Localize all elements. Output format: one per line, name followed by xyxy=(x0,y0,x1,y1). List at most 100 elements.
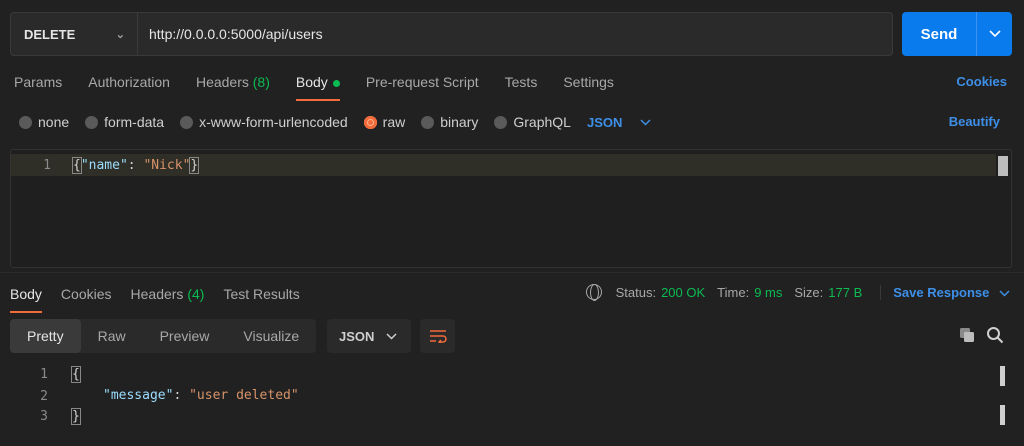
tab-label: Body xyxy=(10,286,42,302)
tab-response-headers[interactable]: Headers (4) xyxy=(131,283,205,309)
editor-scrollbar[interactable] xyxy=(998,156,1008,176)
url-input[interactable]: http://0.0.0.0:5000/api/users xyxy=(138,26,323,42)
method-label: DELETE xyxy=(24,26,76,42)
tab-label: Params xyxy=(14,74,63,90)
radio-circle-icon xyxy=(19,115,32,129)
tab-label: Headers xyxy=(195,74,249,90)
code-line: { xyxy=(71,366,81,383)
globe-icon[interactable] xyxy=(585,284,602,301)
method-select[interactable]: DELETE ⌄ xyxy=(11,13,138,55)
wrap-lines-button[interactable] xyxy=(420,319,455,353)
chevron-down-icon xyxy=(999,289,1010,297)
radio-raw[interactable]: raw xyxy=(363,114,406,130)
format-label: JSON xyxy=(586,114,623,130)
tab-label: Cookies xyxy=(60,286,112,302)
tab-test-results[interactable]: Test Results xyxy=(223,283,299,309)
request-tabs: Params Authorization Headers (8) Body Pr… xyxy=(14,71,640,101)
headers-count: (8) xyxy=(252,74,270,90)
modified-dot-icon xyxy=(332,79,340,87)
response-tabs: Body Cookies Headers (4) Test Results xyxy=(10,283,319,313)
code-line: "message": "user deleted" xyxy=(103,388,299,403)
radio-label: x-www-form-urlencoded xyxy=(199,114,348,130)
view-pretty[interactable]: Pretty xyxy=(10,319,81,353)
radio-label: binary xyxy=(440,114,479,130)
code-brace: } xyxy=(189,157,200,174)
radio-label: GraphQL xyxy=(513,114,571,130)
code-brace: { xyxy=(72,157,82,174)
radio-form-data[interactable]: form-data xyxy=(85,114,164,130)
view-preview[interactable]: Preview xyxy=(143,319,227,353)
size-label: Size: xyxy=(794,284,824,300)
tab-headers[interactable]: Headers (8) xyxy=(196,71,270,97)
tab-label: Headers xyxy=(130,286,184,302)
radio-graphql[interactable]: GraphQL xyxy=(494,114,571,130)
response-scrollbar[interactable] xyxy=(1000,366,1005,386)
chevron-down-icon[interactable] xyxy=(976,12,1012,56)
search-icon[interactable] xyxy=(986,326,1004,344)
code-colon: : xyxy=(173,388,190,403)
tab-label: Settings xyxy=(563,74,614,90)
status-label: Status: xyxy=(615,284,657,300)
save-response-label: Save Response xyxy=(893,284,990,300)
radio-none[interactable]: none xyxy=(19,114,69,130)
chevron-down-icon xyxy=(386,332,397,340)
view-mode-selector: Pretty Raw Preview Visualize xyxy=(10,319,317,353)
view-raw[interactable]: Raw xyxy=(81,319,143,353)
size-value[interactable]: 177 B xyxy=(828,285,862,300)
response-scrollbar[interactable] xyxy=(1000,405,1005,425)
line-number: 1 xyxy=(40,367,48,382)
code-colon: : xyxy=(127,158,144,173)
wrap-lines-icon xyxy=(429,330,447,343)
radio-circle-icon xyxy=(85,115,99,129)
code-brace: { xyxy=(71,366,81,383)
cookies-link[interactable]: Cookies xyxy=(956,74,1007,89)
radio-x-www-form-urlencoded[interactable]: x-www-form-urlencoded xyxy=(180,114,348,130)
line-number: 1 xyxy=(43,158,51,173)
tab-label: Authorization xyxy=(88,74,170,90)
radio-label: raw xyxy=(382,114,406,130)
tab-label: Test Results xyxy=(223,286,300,302)
radio-selected-icon xyxy=(363,115,377,129)
url-bar: DELETE ⌄ http://0.0.0.0:5000/api/users xyxy=(10,12,893,56)
request-body-editor[interactable]: 1 {"name": "Nick"} xyxy=(10,149,1012,268)
code-key: "name" xyxy=(80,158,128,173)
pane-divider[interactable] xyxy=(0,272,1024,273)
tab-tests[interactable]: Tests xyxy=(505,71,538,97)
save-response-button[interactable]: Save Response xyxy=(880,284,1010,300)
tab-response-cookies[interactable]: Cookies xyxy=(61,283,112,309)
beautify-button[interactable]: Beautify xyxy=(949,114,1000,129)
tab-settings[interactable]: Settings xyxy=(563,71,614,97)
tab-authorization[interactable]: Authorization xyxy=(88,71,170,97)
tab-params[interactable]: Params xyxy=(14,71,62,97)
code-value: "Nick" xyxy=(143,158,191,173)
tab-response-body[interactable]: Body xyxy=(10,283,42,313)
radio-label: form-data xyxy=(104,114,165,130)
tab-label: Body xyxy=(295,74,328,90)
format-label: JSON xyxy=(339,328,375,344)
copy-icon[interactable] xyxy=(959,327,975,343)
response-format-select[interactable]: JSON xyxy=(327,319,411,353)
status-value[interactable]: 200 OK xyxy=(661,285,705,300)
code-value: "user deleted" xyxy=(189,388,299,403)
time-value[interactable]: 9 ms xyxy=(754,285,782,300)
view-visualize[interactable]: Visualize xyxy=(226,319,316,353)
code-line: {"name": "Nick"} xyxy=(72,157,200,174)
time-label: Time: xyxy=(717,284,750,300)
response-body-viewer[interactable]: 1 2 3 { "message": "user deleted" } xyxy=(0,363,1024,433)
radio-label: none xyxy=(38,114,70,130)
send-label: Send xyxy=(920,25,958,43)
radio-binary[interactable]: binary xyxy=(421,114,478,130)
tab-label: Pre-request Script xyxy=(365,74,479,90)
code-brace: } xyxy=(71,408,81,425)
code-key: "message" xyxy=(103,388,174,403)
send-button[interactable]: Send xyxy=(902,12,1012,56)
line-number: 3 xyxy=(40,409,48,424)
body-format-select[interactable]: JSON xyxy=(587,115,651,130)
tab-body[interactable]: Body xyxy=(295,71,340,101)
radio-circle-icon xyxy=(494,115,508,129)
code-line: } xyxy=(71,408,81,425)
tab-pre-request-script[interactable]: Pre-request Script xyxy=(366,71,479,97)
body-mode-options: none form-data x-www-form-urlencoded raw… xyxy=(19,112,651,132)
chevron-down-icon xyxy=(640,118,651,126)
line-number: 2 xyxy=(40,389,48,404)
